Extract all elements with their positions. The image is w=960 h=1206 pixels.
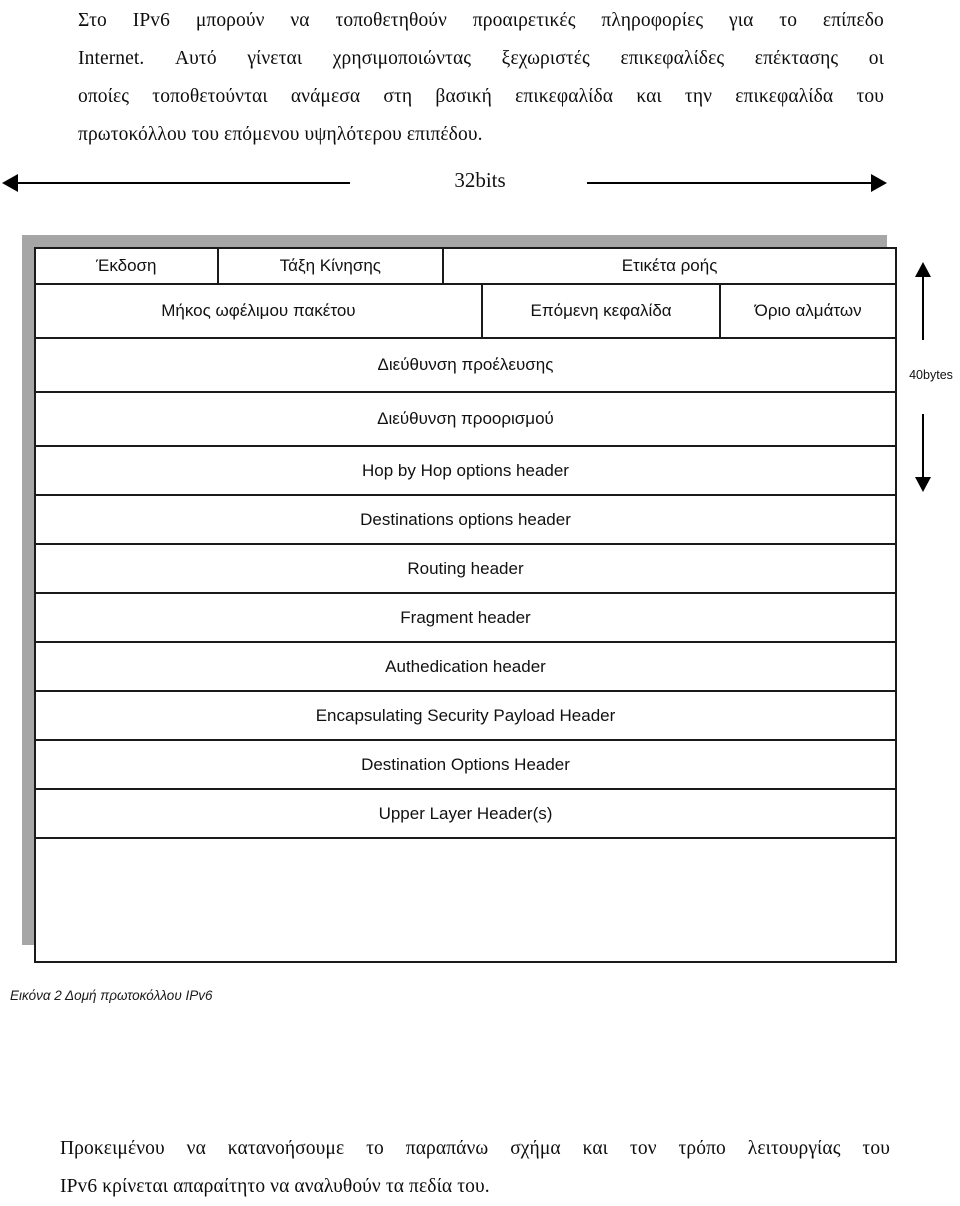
word: να bbox=[186, 1138, 206, 1159]
figure-caption: Εικόνα 2 Δομή πρωτοκόλλου IPv6 bbox=[10, 988, 213, 1003]
closing-paragraph: Προκειμένου να κατανοήσουμε το παραπάνω … bbox=[60, 1130, 890, 1206]
table-row bbox=[34, 837, 897, 963]
field-cell-fragment-header: Fragment header bbox=[34, 592, 897, 643]
word: τοποθετούνται bbox=[152, 86, 268, 107]
word: γίνεται bbox=[247, 48, 303, 69]
arrow-down-shaft bbox=[922, 414, 924, 478]
table-row: Encapsulating Security Payload Header bbox=[34, 690, 897, 741]
word: επικεφαλίδα bbox=[515, 86, 614, 107]
word: πληροφορίες bbox=[601, 10, 704, 31]
table-row: Διεύθυνση προορισμού bbox=[34, 391, 897, 447]
word: το bbox=[779, 10, 798, 31]
word: χρησιμοποιώντας bbox=[332, 48, 472, 69]
field-cell-traffic-class: Τάξη Κίνησης bbox=[216, 247, 445, 285]
word: την bbox=[684, 86, 713, 107]
table-row: Authedication header bbox=[34, 641, 897, 692]
height-indicator-label: 40bytes bbox=[909, 368, 953, 382]
paragraph-line: οποίες τοποθετούνται ανάμεσα στη βασική … bbox=[78, 78, 884, 116]
table-row: Διεύθυνση προέλευσης bbox=[34, 337, 897, 393]
word: Στο bbox=[78, 10, 107, 31]
word: επικεφαλίδα bbox=[735, 86, 834, 107]
paragraph-line: Internet. Αυτό γίνεται χρησιμοποιώντας ξ… bbox=[78, 40, 884, 78]
word: επίπεδο bbox=[822, 10, 884, 31]
arrow-up-icon bbox=[915, 262, 931, 277]
word: το bbox=[366, 1138, 384, 1159]
word: λειτουργίας bbox=[747, 1138, 841, 1159]
field-cell-flow-label: Ετικέτα ροής bbox=[442, 247, 897, 285]
word: σχήμα bbox=[510, 1138, 561, 1159]
word: του bbox=[862, 1138, 890, 1159]
field-cell-source-address: Διεύθυνση προέλευσης bbox=[34, 337, 897, 393]
paragraph-line: πρωτοκόλλου του επόμενου υψηλότερου επιπ… bbox=[78, 124, 483, 145]
field-cell-destination-address: Διεύθυνση προορισμού bbox=[34, 391, 897, 447]
arrow-right-head-icon bbox=[871, 174, 887, 192]
word: να bbox=[290, 10, 310, 31]
table-row: Hop by Hop options header bbox=[34, 445, 897, 496]
field-cell-payload-area bbox=[34, 837, 897, 963]
word: ανάμεσα bbox=[290, 86, 361, 107]
word: προαιρετικές bbox=[472, 10, 576, 31]
word: επικεφαλίδες bbox=[620, 48, 725, 69]
arrow-down-icon bbox=[915, 477, 931, 492]
table-row: Μήκος ωφέλιμου πακέτου Επόμενη κεφαλίδα … bbox=[34, 283, 897, 339]
table-row: Routing header bbox=[34, 543, 897, 594]
paragraph-line: Στο IPv6 μπορούν να τοποθετηθούν προαιρε… bbox=[78, 2, 884, 40]
word: στη bbox=[383, 86, 413, 107]
paragraph-line: IPv6 κρίνεται απαραίτητο να αναλυθούν τα… bbox=[60, 1176, 490, 1197]
field-cell-authentication-header: Authedication header bbox=[34, 641, 897, 692]
table-row: Έκδοση Τάξη Κίνησης Ετικέτα ροής bbox=[34, 247, 897, 285]
arrow-right-icon bbox=[587, 162, 887, 204]
field-cell-routing-header: Routing header bbox=[34, 543, 897, 594]
word: ξεχωριστές bbox=[501, 48, 590, 69]
word: μπορούν bbox=[195, 10, 265, 31]
word: κατανοήσουμε bbox=[227, 1138, 345, 1159]
word: Προκειμένου bbox=[60, 1138, 165, 1159]
height-indicator: 40bytes bbox=[900, 262, 960, 492]
table-row: Destinations options header bbox=[34, 494, 897, 545]
word: για bbox=[729, 10, 754, 31]
width-indicator: 32bits bbox=[0, 162, 960, 204]
word: Αυτό bbox=[175, 48, 217, 69]
word: οποίες bbox=[78, 86, 130, 107]
field-cell-destinations-options-header: Destinations options header bbox=[34, 494, 897, 545]
paragraph-line: Προκειμένου να κατανοήσουμε το παραπάνω … bbox=[60, 1130, 890, 1168]
word: επέκτασης bbox=[754, 48, 839, 69]
arrow-right-shaft bbox=[587, 182, 873, 184]
word: τοποθετηθούν bbox=[335, 10, 447, 31]
table-row: Fragment header bbox=[34, 592, 897, 643]
field-cell-destination-options-header: Destination Options Header bbox=[34, 739, 897, 790]
ipv6-header-table: Έκδοση Τάξη Κίνησης Ετικέτα ροής Μήκος ω… bbox=[34, 247, 897, 963]
field-cell-upper-layer-headers: Upper Layer Header(s) bbox=[34, 788, 897, 839]
field-cell-next-header: Επόμενη κεφαλίδα bbox=[480, 283, 722, 339]
field-cell-hop-by-hop-options-header: Hop by Hop options header bbox=[34, 445, 897, 496]
word: Internet. bbox=[78, 48, 145, 69]
word: τρόπο bbox=[678, 1138, 726, 1159]
word: και bbox=[582, 1138, 609, 1159]
table-row: Upper Layer Header(s) bbox=[34, 788, 897, 839]
field-cell-hop-limit: Όριο αλμάτων bbox=[719, 283, 897, 339]
intro-paragraph: Στο IPv6 μπορούν να τοποθετηθούν προαιρε… bbox=[78, 2, 884, 154]
word: και bbox=[636, 86, 662, 107]
word: IPv6 bbox=[132, 10, 170, 31]
table-row: Destination Options Header bbox=[34, 739, 897, 790]
field-cell-payload-length: Μήκος ωφέλιμου πακέτου bbox=[34, 283, 483, 339]
word: του bbox=[856, 86, 884, 107]
field-cell-encapsulating-security-payload-header: Encapsulating Security Payload Header bbox=[34, 690, 897, 741]
field-cell-version: Έκδοση bbox=[34, 247, 219, 285]
word: τον bbox=[629, 1138, 657, 1159]
arrow-up-shaft bbox=[922, 276, 924, 340]
word: βασική bbox=[435, 86, 492, 107]
ipv6-packet-diagram: Έκδοση Τάξη Κίνησης Ετικέτα ροής Μήκος ω… bbox=[0, 230, 960, 963]
word: οι bbox=[868, 48, 884, 69]
word: παραπάνω bbox=[405, 1138, 489, 1159]
